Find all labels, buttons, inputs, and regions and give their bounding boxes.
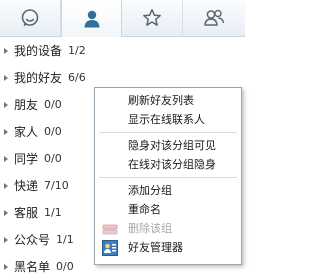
menu-item-friend-manager[interactable]: 好友管理器 (95, 238, 241, 257)
expand-arrow-icon[interactable] (4, 263, 8, 270)
group-online-count: 7/10 (44, 179, 69, 192)
menu-item-label: 删除该组 (128, 222, 172, 235)
group-online-count: 0/0 (44, 125, 62, 138)
group-online-count: 1/1 (44, 206, 62, 219)
group-name: 公众号 (14, 233, 51, 247)
group-name: 快递 (14, 179, 39, 193)
group-name: 客服 (14, 206, 39, 220)
menu-item-show-online[interactable]: 显示在线联系人 (95, 110, 241, 129)
tab-groups[interactable] (183, 0, 244, 36)
main-tabs (0, 0, 245, 37)
menu-item-label: 好友管理器 (128, 241, 183, 254)
group-online-count: 6/6 (68, 71, 86, 84)
menu-separator (99, 132, 237, 133)
group-online-count: 0/0 (44, 98, 62, 111)
tab-conversations[interactable] (0, 0, 61, 36)
expand-arrow-icon[interactable] (4, 47, 8, 54)
star-icon (143, 9, 161, 26)
menu-item-delete-group: 删除该组 (95, 219, 241, 238)
group-context-menu: 刷新好友列表 显示在线联系人 隐身对该分组可见 在线对该分组隐身 添加分组 重命… (94, 87, 242, 265)
group-name: 我的好友 (14, 71, 63, 85)
menu-separator (99, 177, 237, 178)
expand-arrow-icon[interactable] (4, 209, 8, 216)
expand-arrow-icon[interactable] (4, 74, 8, 81)
group-name: 朋友 (14, 98, 39, 112)
menu-item-rename[interactable]: 重命名 (95, 200, 241, 219)
friend-manager-icon (101, 239, 119, 256)
menu-item-add-group[interactable]: 添加分组 (95, 181, 241, 200)
expand-arrow-icon[interactable] (4, 182, 8, 189)
tab-contacts[interactable] (61, 0, 122, 37)
expand-arrow-icon[interactable] (4, 236, 8, 243)
menu-item-invisible-visible[interactable]: 隐身对该分组可见 (95, 136, 241, 155)
group-online-count: 0/0 (56, 260, 74, 273)
group-online-count: 1/1 (56, 233, 74, 246)
menu-item-online-invisible[interactable]: 在线对该分组隐身 (95, 155, 241, 174)
menu-item-refresh-friends[interactable]: 刷新好友列表 (95, 91, 241, 110)
group-name: 我的设备 (14, 44, 63, 58)
delete-group-icon (101, 220, 119, 237)
chat-bubble-icon (21, 9, 39, 27)
group-name: 家人 (14, 125, 39, 139)
expand-arrow-icon[interactable] (4, 155, 8, 162)
group-name: 同学 (14, 152, 39, 166)
group-online-count: 1/2 (68, 44, 86, 57)
expand-arrow-icon[interactable] (4, 128, 8, 135)
expand-arrow-icon[interactable] (4, 101, 8, 108)
tab-favorites[interactable] (122, 0, 183, 36)
group-online-count: 0/0 (44, 152, 62, 165)
contact-person-icon (84, 10, 99, 27)
groups-icon (203, 9, 224, 26)
group-name: 黑名单 (14, 260, 51, 274)
group-item[interactable]: 我的设备 1/2 (0, 37, 245, 64)
